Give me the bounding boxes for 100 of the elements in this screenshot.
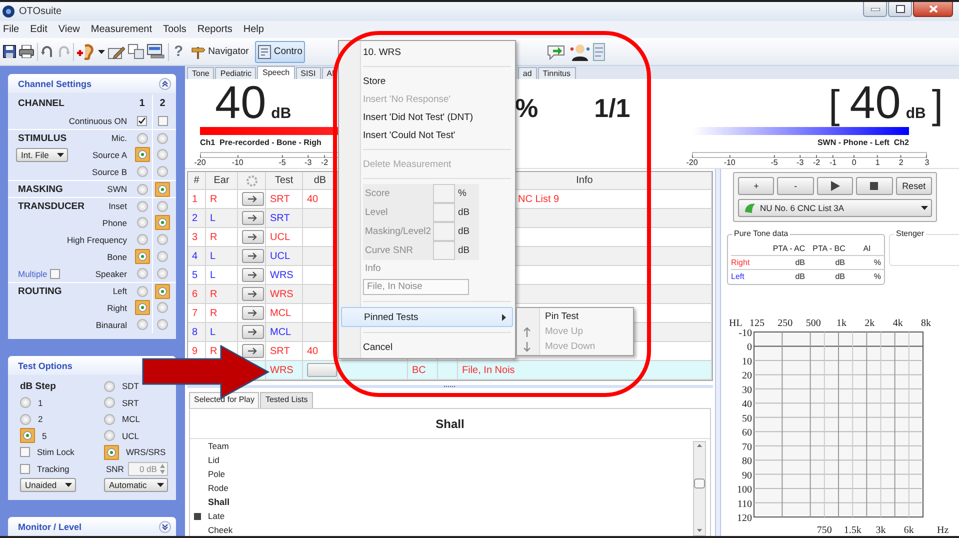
player-button[interactable]: - — [777, 177, 814, 195]
checkbox[interactable] — [20, 464, 30, 474]
radio-button[interactable] — [155, 215, 170, 230]
word-item[interactable]: Shall — [194, 497, 230, 507]
radio-button[interactable] — [20, 397, 31, 408]
dropdown[interactable]: Int. File — [16, 148, 68, 162]
tab[interactable]: Pediatric — [215, 67, 256, 79]
radio-button[interactable] — [157, 149, 168, 160]
tab[interactable]: Tested Lists — [260, 392, 313, 408]
go-button[interactable] — [242, 192, 264, 206]
pencil-form-icon[interactable] — [108, 44, 125, 58]
menu-item[interactable]: Measurement — [90, 24, 152, 35]
go-button[interactable] — [242, 249, 264, 263]
radio-button[interactable] — [136, 286, 148, 296]
play-button[interactable] — [816, 177, 854, 195]
radio-button[interactable] — [136, 166, 148, 177]
radio-button[interactable] — [104, 380, 115, 392]
speech-bubble-arrow-icon[interactable] — [547, 44, 568, 60]
menu-item[interactable]: View — [58, 24, 80, 35]
radio-button[interactable] — [136, 200, 148, 212]
expand-icon[interactable] — [159, 520, 171, 532]
dropdown[interactable]: Unaided — [20, 478, 76, 492]
tab[interactable]: Tinnitus — [538, 67, 576, 79]
navigator-button[interactable]: Navigator — [188, 40, 252, 62]
radio-button[interactable] — [157, 251, 168, 262]
input-field[interactable] — [433, 203, 455, 222]
person-icon[interactable] — [570, 42, 590, 60]
input-field[interactable] — [433, 184, 455, 203]
player-button[interactable]: + — [738, 177, 774, 195]
stop-button[interactable] — [856, 177, 893, 195]
radio-button[interactable] — [157, 234, 168, 245]
go-button[interactable] — [242, 287, 264, 301]
checkbox[interactable] — [137, 116, 147, 126]
word-item[interactable]: Late — [194, 511, 225, 521]
go-button[interactable] — [242, 268, 264, 282]
radio-button[interactable] — [136, 319, 148, 330]
radio-button[interactable] — [157, 302, 168, 313]
word-item[interactable]: Rode — [194, 483, 228, 493]
menu-item[interactable]: Store — [339, 72, 515, 90]
input-field[interactable] — [433, 241, 455, 260]
go-button[interactable] — [242, 230, 264, 244]
word-item[interactable]: Pole — [194, 469, 226, 479]
menu-item[interactable]: Insert 'Did Not Test' (DNT) — [339, 108, 515, 126]
player-button[interactable]: Reset — [896, 177, 932, 195]
radio-button[interactable] — [104, 444, 119, 460]
scrollbar[interactable] — [693, 441, 706, 536]
tab[interactable]: Tone — [187, 67, 214, 79]
undo-icon[interactable] — [41, 45, 54, 58]
help-button[interactable]: ? — [172, 43, 186, 60]
radio-button[interactable] — [136, 132, 148, 144]
radio-button[interactable] — [20, 414, 31, 425]
go-button[interactable] — [242, 211, 264, 225]
radio-button[interactable] — [104, 397, 115, 408]
collapse-icon[interactable] — [159, 78, 171, 90]
maximize-button[interactable] — [888, 2, 912, 17]
copy-icon[interactable] — [128, 44, 144, 59]
menu-item[interactable]: Insert 'Could Not Test' — [339, 126, 515, 144]
menu-item[interactable]: Tools — [163, 24, 186, 35]
radio-button[interactable] — [134, 147, 150, 162]
dropdown[interactable]: Automatic — [104, 478, 168, 492]
spin-arrows-icon[interactable] — [158, 462, 166, 475]
checkbox[interactable] — [50, 268, 60, 278]
radio-button[interactable] — [157, 268, 168, 279]
checkbox[interactable] — [20, 447, 30, 458]
tab[interactable]: Selected for Play — [189, 392, 260, 408]
level-field[interactable] — [307, 363, 337, 377]
radio-button[interactable] — [104, 430, 115, 442]
print-icon[interactable] — [19, 45, 34, 58]
menu-item[interactable]: Cancel — [339, 338, 515, 356]
word-list-dropdown[interactable]: NU No. 6 CNC List 3A — [738, 199, 932, 217]
input-field[interactable] — [433, 222, 455, 241]
minimize-button[interactable] — [863, 2, 887, 17]
radio-button[interactable] — [136, 234, 148, 245]
monitor-icon[interactable] — [147, 44, 165, 59]
radio-button[interactable] — [134, 249, 150, 264]
word-item[interactable]: Team — [194, 441, 229, 451]
word-item[interactable]: Cheek — [194, 525, 233, 535]
radio-button[interactable] — [136, 217, 148, 228]
radio-button[interactable] — [104, 414, 115, 425]
save-icon[interactable] — [3, 45, 16, 58]
go-button[interactable] — [242, 344, 264, 358]
radio-button[interactable] — [157, 166, 168, 177]
go-button[interactable] — [242, 325, 264, 339]
word-item[interactable]: Lid — [194, 455, 220, 465]
menu-item[interactable]: Pin Test — [517, 309, 633, 324]
radio-button[interactable] — [136, 184, 148, 194]
menu-item[interactable]: Help — [243, 24, 264, 35]
radio-button[interactable] — [157, 132, 168, 144]
radio-button[interactable] — [155, 284, 170, 298]
tab[interactable]: ad — [518, 67, 537, 79]
tab[interactable]: Speech — [257, 66, 295, 79]
menu-item[interactable]: File — [3, 24, 20, 35]
menu-item[interactable]: Reports — [197, 24, 232, 35]
radio-button[interactable] — [157, 319, 168, 330]
control-button[interactable]: Contro — [254, 40, 306, 62]
menu-item[interactable]: Edit — [30, 24, 48, 35]
submenu-item[interactable]: Pinned Tests — [341, 307, 513, 327]
radio-button[interactable] — [134, 300, 150, 315]
radio-button[interactable] — [136, 268, 148, 279]
ear-plus-icon[interactable] — [77, 44, 95, 60]
